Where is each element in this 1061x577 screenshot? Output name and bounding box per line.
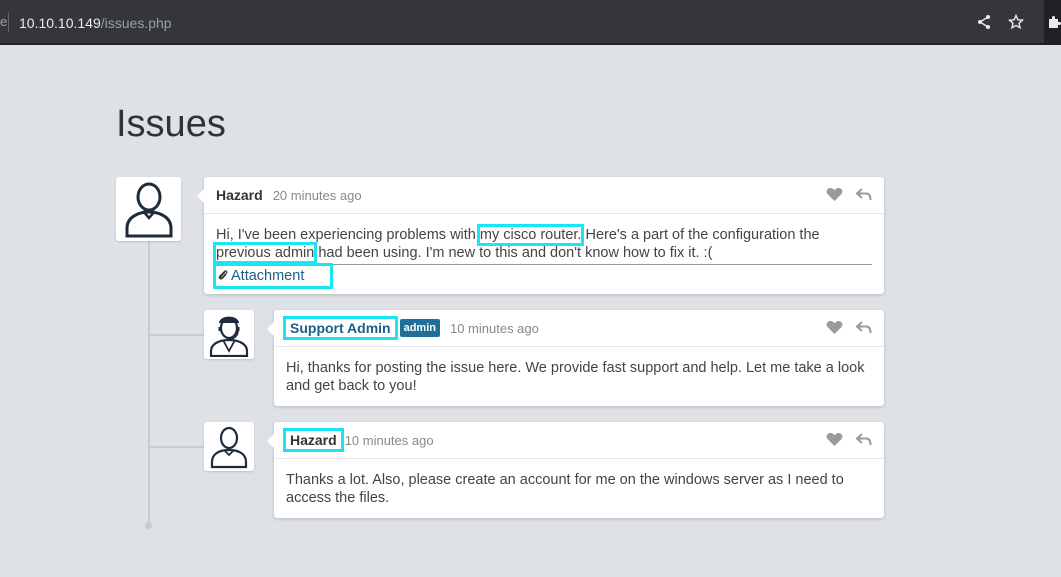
page-title: Issues [116, 103, 226, 145]
paperclip-icon [218, 270, 228, 280]
post-text: Hi, I've been experiencing problems with [216, 227, 480, 243]
post-actions [826, 320, 872, 335]
post-header: Support Admin admin 10 minutes ago [274, 310, 884, 347]
highlighted-phrase: my cisco router. [476, 224, 585, 246]
post-text: Here's a part of the configuration the [581, 227, 820, 243]
attachment-row: Attachment [212, 263, 872, 289]
support-agent-avatar-icon [209, 316, 249, 357]
attachment-label: Attachment [231, 268, 305, 284]
url-host: 10.10.10.149 [19, 15, 101, 31]
post-text: had been using. I'm new to this and don'… [314, 245, 713, 261]
reply-icon[interactable] [855, 320, 872, 335]
timeline-branch [149, 446, 204, 448]
browser-toolbar: e 10.10.10.149/issues.php [0, 0, 1061, 45]
timeline-line [148, 240, 150, 526]
reply-post: Hazard 10 minutes ago Thanks a lot. Also… [267, 422, 884, 518]
user-avatar-icon [125, 182, 172, 238]
user-avatar[interactable] [116, 177, 181, 241]
url-path: /issues.php [100, 15, 172, 31]
support-avatar[interactable] [204, 310, 254, 359]
user-avatar-icon [210, 426, 248, 468]
timeline-branch [149, 334, 204, 336]
address-bar-separator [8, 12, 9, 32]
bookmark-star-icon[interactable] [1007, 13, 1025, 30]
address-bar[interactable]: e 10.10.10.149/issues.php [0, 0, 1044, 43]
highlighted-phrase: previous admin [212, 242, 318, 264]
post-header: Hazard 20 minutes ago [204, 177, 884, 214]
post-actions [826, 432, 872, 447]
extensions-puzzle-icon[interactable] [1046, 14, 1061, 30]
url-text[interactable]: 10.10.10.149/issues.php [19, 15, 172, 31]
attachment-link[interactable]: Attachment [212, 263, 334, 289]
post-header: Hazard 10 minutes ago [274, 422, 884, 459]
post-time: 10 minutes ago [344, 432, 434, 448]
post-author[interactable]: Hazard [216, 187, 263, 203]
post-author[interactable]: Support Admin [283, 316, 398, 340]
reply-icon[interactable] [855, 432, 872, 447]
reply-post: Support Admin admin 10 minutes ago Hi, t… [267, 310, 884, 406]
post-body: Thanks a lot. Also, please create an acc… [286, 472, 844, 506]
post-body: Hi, I've been experiencing problems with… [204, 214, 884, 298]
issue-post: Hazard 20 minutes ago Hi, I've been expe… [197, 177, 884, 294]
post-author[interactable]: Hazard [283, 428, 344, 452]
post-actions [826, 187, 872, 202]
reply-icon[interactable] [855, 187, 872, 202]
address-bar-left-glyph: e [0, 14, 8, 29]
post-body: Hi, thanks for posting the issue here. W… [286, 360, 865, 394]
share-icon[interactable] [976, 14, 992, 30]
heart-icon[interactable] [826, 432, 843, 447]
user-avatar[interactable] [204, 422, 254, 471]
post-time: 10 minutes ago [449, 320, 539, 336]
post-time: 20 minutes ago [272, 187, 362, 203]
heart-icon[interactable] [826, 320, 843, 335]
role-badge: admin [399, 319, 440, 337]
heart-icon[interactable] [826, 187, 843, 202]
timeline-end-dot [145, 522, 152, 529]
